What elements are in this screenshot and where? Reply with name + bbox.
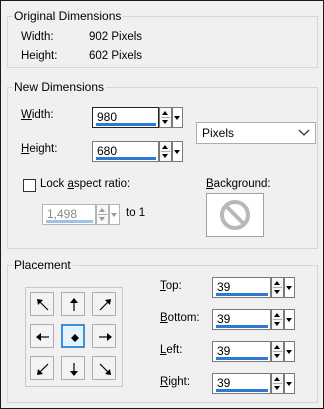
spin-down-icon[interactable] <box>274 386 280 390</box>
dropdown-arrow-icon <box>174 116 180 120</box>
width-label-rest: idth: <box>31 109 54 121</box>
spin-divider <box>273 319 282 320</box>
right-margin-spinner[interactable]: 39 <box>212 373 298 394</box>
spin-divider <box>98 214 107 215</box>
background-label-rest: ackground: <box>213 178 271 190</box>
original-height-label: Height: <box>21 50 58 62</box>
placement-title: Placement <box>12 258 73 272</box>
left-margin-underline <box>216 357 268 360</box>
dropdown-arrow-icon <box>286 318 292 322</box>
top-spin-arrows[interactable] <box>271 277 284 298</box>
spin-down-icon[interactable] <box>274 290 280 294</box>
spin-up-icon[interactable] <box>274 345 280 349</box>
top-margin-underline <box>216 293 268 296</box>
background-color-swatch[interactable] <box>206 193 264 237</box>
bottom-spin-arrows[interactable] <box>271 309 284 330</box>
left-dropdown-button[interactable] <box>284 341 295 362</box>
spin-divider <box>273 383 282 384</box>
bottom-dropdown-button[interactable] <box>284 309 295 330</box>
height-label: Height: <box>21 143 57 155</box>
height-spinner[interactable]: 680 <box>92 141 187 162</box>
spin-up-icon[interactable] <box>162 111 168 115</box>
aspect-ratio-spinner: 1,498 <box>42 204 122 225</box>
width-spin-arrows[interactable] <box>159 107 172 128</box>
spin-up-icon[interactable] <box>274 281 280 285</box>
anchor-grid-frame <box>25 287 123 387</box>
spin-up-icon <box>99 208 105 212</box>
height-spin-arrows[interactable] <box>159 141 172 162</box>
spin-divider <box>161 117 170 118</box>
no-color-icon <box>220 200 250 230</box>
right-spin-arrows[interactable] <box>271 373 284 394</box>
original-dimensions-title: Original Dimensions <box>12 9 124 23</box>
width-dropdown-button[interactable] <box>172 107 183 128</box>
top-dropdown-button[interactable] <box>284 277 295 298</box>
height-label-rest: eight: <box>29 143 58 155</box>
left-margin-spinner[interactable]: 39 <box>212 341 298 362</box>
right-label-rest: ight: <box>168 376 191 388</box>
original-height-value: 602 Pixels <box>89 50 143 62</box>
bottom-label: Bottom: <box>160 312 200 324</box>
spin-down-icon[interactable] <box>162 154 168 158</box>
bottom-margin-spinner[interactable]: 39 <box>212 309 298 330</box>
spin-divider <box>161 151 170 152</box>
lock-aspect-ratio-label[interactable]: Lock aspect ratio: <box>40 178 130 190</box>
height-dropdown-button[interactable] <box>172 141 183 162</box>
aspect-ratio-suffix: to 1 <box>126 207 146 219</box>
units-select-value: Pixels <box>202 126 235 140</box>
width-input-underline <box>96 123 156 126</box>
bottom-label-key: B <box>160 312 168 324</box>
width-spinner[interactable]: 980 <box>92 107 187 128</box>
spin-divider <box>273 351 282 352</box>
aspect-ratio-underline <box>46 220 93 223</box>
lock-label-pre: Lock <box>40 178 68 190</box>
spin-divider <box>273 287 282 288</box>
height-input-underline <box>96 157 156 160</box>
original-width-value: 902 Pixels <box>89 31 143 43</box>
width-label-key: W <box>21 109 32 121</box>
new-dimensions-title: New Dimensions <box>12 80 107 94</box>
right-margin-underline <box>216 389 268 392</box>
spin-down-icon[interactable] <box>162 120 168 124</box>
aspect-ratio-spin-arrows <box>96 204 109 225</box>
chevron-down-icon <box>298 129 310 136</box>
spin-down-icon <box>99 217 105 221</box>
spin-up-icon[interactable] <box>162 145 168 149</box>
top-margin-spinner[interactable]: 39 <box>212 277 298 298</box>
dropdown-arrow-icon <box>286 382 292 386</box>
top-label: Top: <box>160 280 182 292</box>
units-select[interactable]: Pixels <box>196 122 316 144</box>
dropdown-arrow-icon <box>286 350 292 354</box>
spin-down-icon[interactable] <box>274 322 280 326</box>
canvas-size-dialog: Original Dimensions Width: 902 Pixels He… <box>0 0 324 409</box>
right-label: Right: <box>160 376 190 388</box>
width-label: Width: <box>21 109 54 121</box>
bottom-margin-underline <box>216 325 268 328</box>
lock-label-rest: spect ratio: <box>73 178 131 190</box>
lock-aspect-ratio-checkbox[interactable] <box>23 179 36 192</box>
background-label-key: B <box>206 178 214 190</box>
original-width-label: Width: <box>21 31 54 43</box>
dropdown-arrow-icon <box>174 150 180 154</box>
top-label-rest: op: <box>165 280 182 292</box>
dropdown-arrow-icon <box>111 213 117 217</box>
left-label: Left: <box>160 344 182 356</box>
left-spin-arrows[interactable] <box>271 341 284 362</box>
dropdown-arrow-icon <box>286 286 292 290</box>
bottom-label-rest: ottom: <box>167 312 200 324</box>
left-label-rest: eft: <box>166 344 183 356</box>
right-dropdown-button[interactable] <box>284 373 295 394</box>
aspect-ratio-dropdown-button <box>109 204 120 225</box>
spin-down-icon[interactable] <box>274 354 280 358</box>
spin-up-icon[interactable] <box>274 377 280 381</box>
spin-up-icon[interactable] <box>274 313 280 317</box>
background-label: Background: <box>206 178 271 190</box>
